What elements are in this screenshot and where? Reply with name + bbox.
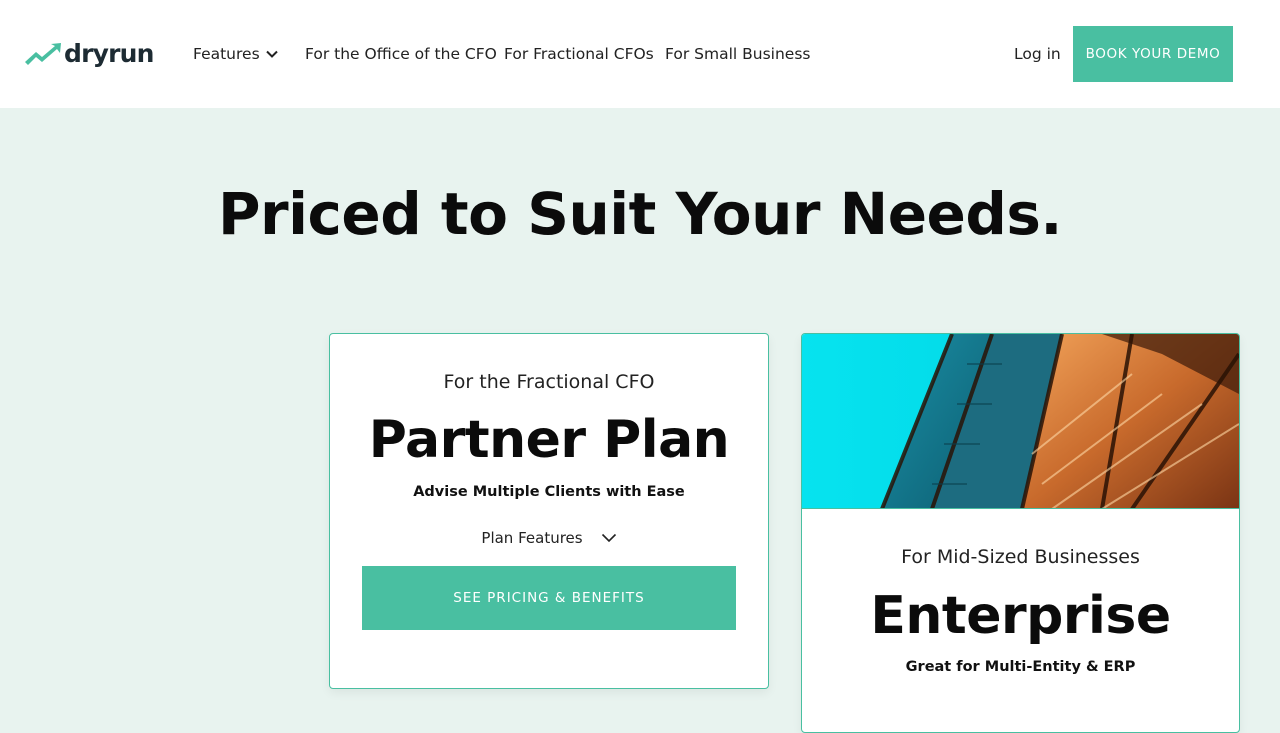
plan-subtitle: Great for Multi-Entity & ERP bbox=[905, 659, 1136, 675]
book-demo-button[interactable]: BOOK YOUR DEMO bbox=[1073, 26, 1233, 82]
dryrun-logo[interactable]: dryrun bbox=[24, 38, 154, 70]
chevron-down-icon bbox=[601, 533, 616, 543]
brand-name: dryrun bbox=[64, 39, 154, 68]
nav-features-label: Features bbox=[193, 45, 260, 63]
login-link[interactable]: Log in bbox=[1014, 43, 1061, 65]
site-header: dryrun Features For the Office of the CF… bbox=[0, 0, 1280, 108]
plan-title: Enterprise bbox=[870, 586, 1171, 646]
nav-link-office-of-cfo[interactable]: For the Office of the CFO bbox=[305, 43, 497, 65]
image-divider bbox=[802, 508, 1239, 509]
plan-eyebrow: For the Fractional CFO bbox=[443, 371, 655, 393]
plan-title: Partner Plan bbox=[368, 410, 730, 470]
plan-features-label: Plan Features bbox=[481, 529, 583, 547]
glass-building-facade-image bbox=[802, 334, 1239, 509]
trend-line-logo-icon bbox=[25, 43, 61, 65]
nav-features-dropdown[interactable]: Features bbox=[193, 43, 278, 65]
nav-link-small-business[interactable]: For Small Business bbox=[665, 43, 810, 65]
see-pricing-button[interactable]: SEE PRICING & BENEFITS bbox=[362, 566, 736, 630]
plan-subtitle: Advise Multiple Clients with Ease bbox=[413, 484, 685, 500]
partner-plan-card: For the Fractional CFO Partner Plan Advi… bbox=[329, 333, 769, 689]
page-title: Priced to Suit Your Needs. bbox=[218, 180, 1062, 248]
plan-features-toggle[interactable]: Plan Features bbox=[330, 526, 768, 550]
chevron-down-icon bbox=[265, 50, 278, 58]
nav-link-fractional-cfos[interactable]: For Fractional CFOs bbox=[504, 43, 654, 65]
enterprise-plan-card: For Mid-Sized Businesses Enterprise Grea… bbox=[801, 333, 1240, 733]
plan-eyebrow: For Mid-Sized Businesses bbox=[901, 546, 1140, 568]
